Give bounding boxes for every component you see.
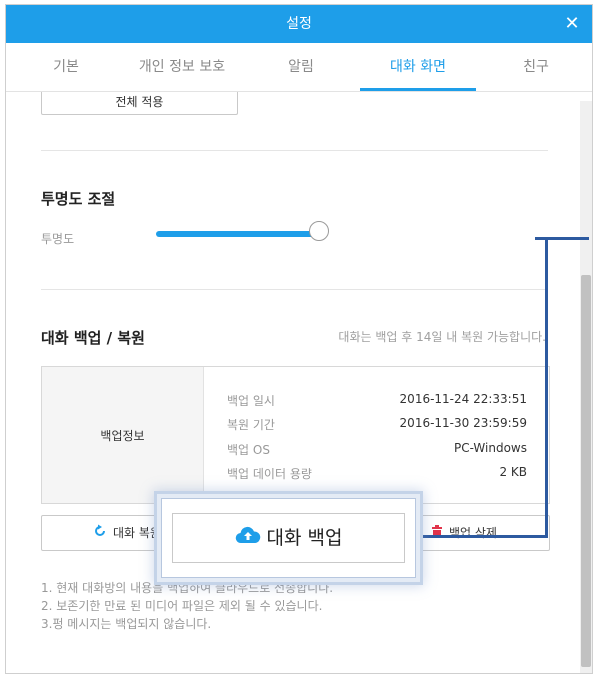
backup-info-box: 백업정보 백업 일시 2016-11-24 22:33:51 복원 기간 201… <box>41 366 550 504</box>
backup-button[interactable]: 대화 백업 <box>172 513 405 563</box>
footnote-1: 1. 현재 대화방의 내용을 백업하여 클라우드로 전송합니다. <box>41 581 334 595</box>
backup-size-label: 백업 데이터 용량 <box>227 467 312 481</box>
backup-button-label: 대화 백업 <box>266 527 343 549</box>
window-title: 설정 <box>286 16 312 32</box>
transparency-section-title: 투명도 조절 <box>41 190 116 208</box>
scrollbar[interactable] <box>580 101 592 673</box>
divider <box>41 150 548 151</box>
tab-basic[interactable]: 기본 <box>26 43 106 91</box>
highlight-connector <box>535 237 589 240</box>
transparency-label: 투명도 <box>41 232 75 246</box>
apply-all-button[interactable]: 전체 적용 <box>41 92 238 115</box>
footnote-3: 3.펑 메시지는 백업되지 않습니다. <box>41 617 212 631</box>
backup-date-label: 백업 일시 <box>227 394 275 408</box>
trash-icon <box>431 517 443 551</box>
backup-date-value: 2016-11-24 22:33:51 <box>399 392 527 406</box>
backup-button-highlight: 대화 백업 <box>161 498 416 578</box>
transparency-slider-track[interactable] <box>156 231 318 237</box>
cloud-upload-icon <box>235 515 261 563</box>
tab-privacy[interactable]: 개인 정보 보호 <box>122 43 242 91</box>
active-tab-indicator <box>360 88 476 91</box>
title-bar: 설정 ✕ <box>6 5 592 43</box>
scrollbar-thumb[interactable] <box>581 275 591 667</box>
restore-arrow-icon <box>93 517 107 551</box>
backup-os-label: 백업 OS <box>227 443 270 457</box>
backup-info-title: 백업정보 <box>100 429 145 443</box>
tab-notifications[interactable]: 알림 <box>261 43 341 91</box>
divider <box>41 289 548 290</box>
tab-friends[interactable]: 친구 <box>501 43 571 91</box>
footnote-2: 2. 보존기한 만료 된 미디어 파일은 제외 될 수 있습니다. <box>41 599 323 613</box>
backup-section-title: 대화 백업 / 복원 <box>41 329 145 347</box>
backup-retention-note: 대화는 백업 후 14일 내 복원 가능합니다. <box>338 330 546 344</box>
settings-window: 설정 ✕ 기본 개인 정보 보호 알림 대화 화면 친구 전체 적용 투명도 조… <box>5 4 593 674</box>
restore-period-label: 복원 기간 <box>227 418 275 432</box>
backup-os-value: PC-Windows <box>453 441 527 455</box>
transparency-slider-handle[interactable] <box>309 221 329 241</box>
backup-size-value: 2 KB <box>499 465 527 479</box>
highlight-connector <box>545 238 548 535</box>
restore-button-label: 대화 복원 <box>113 526 161 540</box>
close-icon[interactable]: ✕ <box>562 14 582 34</box>
highlight-connector <box>408 535 548 538</box>
tab-chat-screen[interactable]: 대화 화면 <box>360 43 476 91</box>
restore-period-value: 2016-11-30 23:59:59 <box>399 416 527 430</box>
tab-bar: 기본 개인 정보 보호 알림 대화 화면 친구 <box>6 43 592 92</box>
backup-info-header: 백업정보 <box>42 367 204 503</box>
